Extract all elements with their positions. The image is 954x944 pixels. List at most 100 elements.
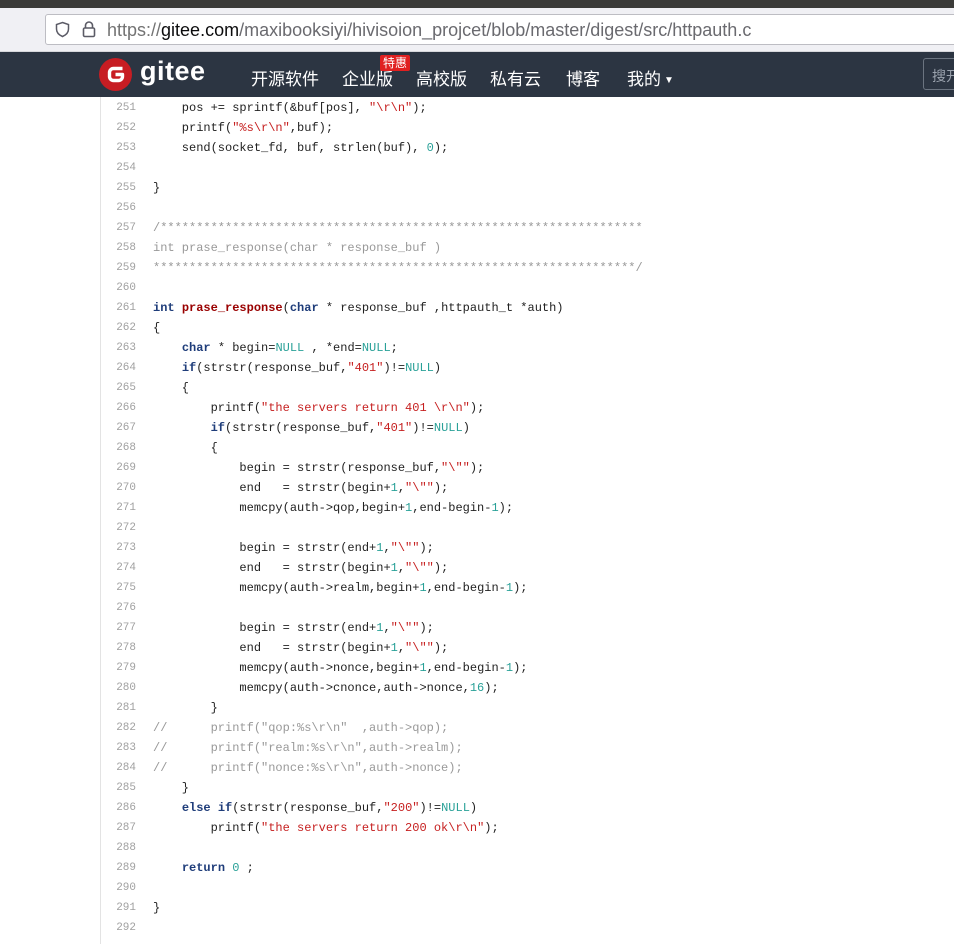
line-number[interactable]: 284 — [100, 758, 136, 778]
code-line: 271 memcpy(auth->qop,begin+1,end-begin-1… — [0, 498, 954, 518]
line-number[interactable]: 276 — [100, 598, 136, 618]
code-text: if(strstr(response_buf,"401")!=NULL) — [210, 421, 470, 435]
code-line: 256 — [0, 198, 954, 218]
caret-down-icon: ▼ — [664, 75, 674, 86]
lock-icon[interactable] — [82, 20, 96, 38]
nav-mine[interactable]: 我的 ▼ — [627, 65, 674, 90]
line-number[interactable]: 263 — [100, 338, 136, 358]
line-number[interactable]: 289 — [100, 858, 136, 878]
code-text: { — [153, 441, 218, 455]
line-number[interactable]: 275 — [100, 578, 136, 598]
line-number[interactable]: 281 — [100, 698, 136, 718]
line-number[interactable]: 282 — [100, 718, 136, 738]
code-line: 289 return 0 ; — [0, 858, 954, 878]
line-number[interactable]: 283 — [100, 738, 136, 758]
code-text: // printf("nonce:%s\r\n",auth->nonce); — [153, 761, 463, 775]
code-text: return 0 ; — [181, 861, 254, 875]
line-number[interactable]: 259 — [100, 258, 136, 278]
code-text: send(socket_fd, buf, strlen(buf), 0); — [153, 141, 449, 155]
line-number[interactable]: 258 — [100, 238, 136, 258]
line-number[interactable]: 255 — [100, 178, 136, 198]
line-number[interactable]: 253 — [100, 138, 136, 158]
code-text: end = strstr(begin+1,"\""); — [153, 481, 449, 495]
line-number[interactable]: 290 — [100, 878, 136, 898]
line-number[interactable]: 261 — [100, 298, 136, 318]
code-text: /***************************************… — [153, 221, 643, 235]
code-line: 275 memcpy(auth->realm,begin+1,end-begin… — [0, 578, 954, 598]
code-line: 273 begin = strstr(end+1,"\""); — [0, 538, 954, 558]
line-number[interactable]: 252 — [100, 118, 136, 138]
line-number[interactable]: 265 — [100, 378, 136, 398]
line-number[interactable]: 269 — [100, 458, 136, 478]
code-line: 272 — [0, 518, 954, 538]
gitee-logo-icon[interactable] — [99, 58, 132, 91]
code-text: } — [153, 901, 161, 915]
code-text: begin = strstr(end+1,"\""); — [153, 621, 434, 635]
code-line: 260 — [0, 278, 954, 298]
code-line: 269 begin = strstr(response_buf,"\""); — [0, 458, 954, 478]
code-text: end = strstr(begin+1,"\""); — [153, 641, 449, 655]
line-number[interactable]: 273 — [100, 538, 136, 558]
code-line: 281 } — [0, 698, 954, 718]
code-text: } — [153, 181, 161, 195]
code-line: 251 pos += sprintf(&buf[pos], "\r\n"); — [0, 98, 954, 118]
line-number[interactable]: 257 — [100, 218, 136, 238]
code-line: 261 int prase_response(char * response_bu… — [0, 298, 954, 318]
line-number[interactable]: 260 — [100, 278, 136, 298]
code-line: 280 memcpy(auth->cnonce,auth->nonce,16); — [0, 678, 954, 698]
line-number[interactable]: 286 — [100, 798, 136, 818]
gitee-logo-text[interactable]: gitee — [140, 56, 206, 87]
line-number[interactable]: 278 — [100, 638, 136, 658]
line-number[interactable]: 254 — [100, 158, 136, 178]
line-number[interactable]: 279 — [100, 658, 136, 678]
line-number[interactable]: 270 — [100, 478, 136, 498]
line-number[interactable]: 271 — [100, 498, 136, 518]
nav-private-cloud[interactable]: 私有云 — [490, 65, 541, 90]
code-line: 258 int prase_response(char * response_bu… — [0, 238, 954, 258]
code-text: end = strstr(begin+1,"\""); — [153, 561, 449, 575]
promo-badge: 特惠 — [380, 55, 411, 71]
line-number[interactable]: 256 — [100, 198, 136, 218]
code-line: 254 — [0, 158, 954, 178]
nav-open-source[interactable]: 开源软件 — [251, 65, 319, 90]
code-text: ****************************************… — [153, 261, 643, 275]
shield-icon[interactable] — [54, 21, 71, 38]
code-line: 274 end = strstr(begin+1,"\""); — [0, 558, 954, 578]
line-number[interactable]: 285 — [100, 778, 136, 798]
code-line: 292 — [0, 918, 954, 938]
code-text: // printf("realm:%s\r\n",auth->realm); — [153, 741, 463, 755]
line-number[interactable]: 291 — [100, 898, 136, 918]
line-number[interactable]: 288 — [100, 838, 136, 858]
url-text[interactable]: https://gitee.com/maxibooksiyi/hivisoion… — [107, 20, 751, 41]
line-number[interactable]: 280 — [100, 678, 136, 698]
code-text: begin = strstr(end+1,"\""); — [153, 541, 434, 555]
address-bar[interactable]: https://gitee.com/maxibooksiyi/hivisoion… — [45, 14, 954, 45]
url-host: gitee.com — [161, 20, 240, 40]
code-text: } — [153, 781, 190, 795]
line-number[interactable]: 287 — [100, 818, 136, 838]
code-text: } — [153, 701, 218, 715]
line-number[interactable]: 292 — [100, 918, 136, 938]
nav-education[interactable]: 高校版 — [416, 65, 467, 90]
code-viewer: 251 pos += sprintf(&buf[pos], "\r\n"); 25… — [0, 97, 954, 944]
window-title-strip — [0, 0, 954, 8]
code-line: 267 if(strstr(response_buf,"401")!=NULL) — [0, 418, 954, 438]
line-number[interactable]: 267 — [100, 418, 136, 438]
line-number[interactable]: 251 — [100, 98, 136, 118]
code-line: 262 { — [0, 318, 954, 338]
line-number[interactable]: 266 — [100, 398, 136, 418]
code-line: 259 *************************************… — [0, 258, 954, 278]
nav-blog[interactable]: 博客 — [566, 65, 600, 90]
line-number[interactable]: 262 — [100, 318, 136, 338]
line-number[interactable]: 272 — [100, 518, 136, 538]
line-number[interactable]: 277 — [100, 618, 136, 638]
line-number[interactable]: 274 — [100, 558, 136, 578]
search-input[interactable]: 搜开 — [923, 58, 954, 90]
code-line: 288 — [0, 838, 954, 858]
browser-toolbar: https://gitee.com/maxibooksiyi/hivisoion… — [0, 8, 954, 52]
line-number[interactable]: 268 — [100, 438, 136, 458]
code-text: if(strstr(response_buf,"401")!=NULL) — [181, 361, 442, 375]
line-number[interactable]: 264 — [100, 358, 136, 378]
code-text: else if(strstr(response_buf,"200")!=NULL… — [181, 801, 478, 815]
code-text: printf("%s\r\n",buf); — [153, 121, 334, 135]
